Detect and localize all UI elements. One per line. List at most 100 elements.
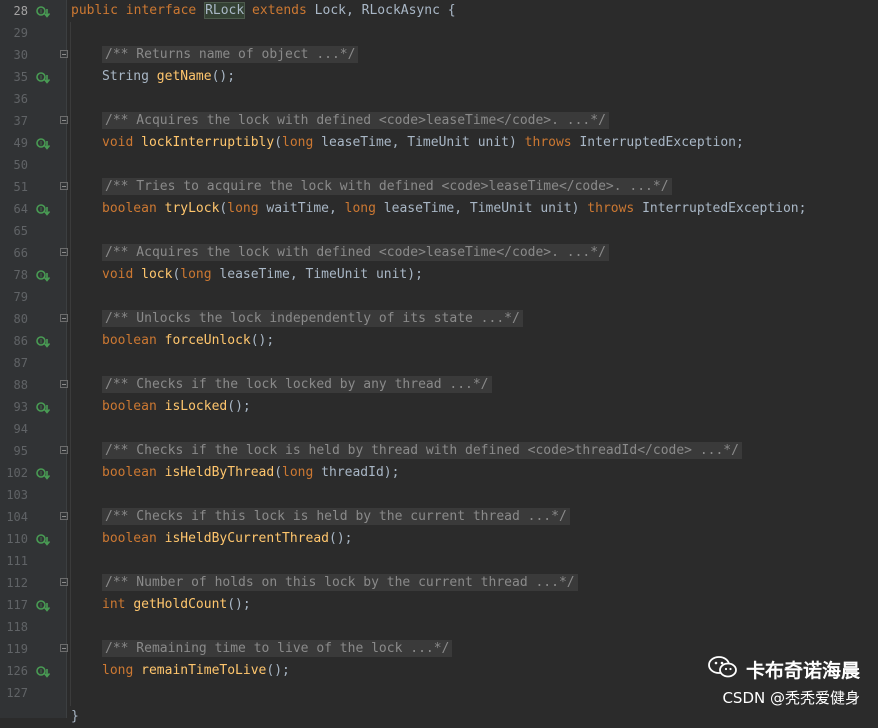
return-type-keyword: boolean — [102, 201, 165, 216]
fold-toggle-icon[interactable] — [60, 512, 68, 520]
code-line[interactable]: 102 Iboolean isHeldByThread(long threadId… — [0, 462, 878, 484]
line-number: 118 — [6, 620, 28, 634]
code-line[interactable]: 86 Iboolean forceUnlock(); — [0, 330, 878, 352]
line-number: 127 — [6, 686, 28, 700]
implemented-arrow-icon[interactable]: I — [36, 203, 51, 216]
fold-toggle-icon[interactable] — [60, 116, 68, 124]
line-number: 65 — [13, 224, 28, 238]
code-line[interactable]: 66 /** Acquires the lock with defined <co… — [0, 242, 878, 264]
code-fragment: leaseTime, TimeUnit unit); — [211, 267, 423, 282]
fold-toggle-icon[interactable] — [60, 182, 68, 190]
line-number: 104 — [6, 510, 28, 524]
code-editor[interactable]: 28 Ipublic interface RLock extends Lock, … — [0, 0, 878, 724]
code-line[interactable]: } — [0, 706, 878, 728]
fold-toggle-icon[interactable] — [60, 248, 68, 256]
fold-toggle-icon[interactable] — [60, 644, 68, 652]
code-line[interactable]: 65 — [0, 220, 878, 242]
method-name: tryLock — [164, 201, 220, 216]
implemented-arrow-icon[interactable]: I — [36, 467, 51, 480]
code-line[interactable]: 35 I String getName(); — [0, 66, 878, 88]
doc-comment: /** Acquires the lock with defined <code… — [102, 112, 609, 129]
implemented-arrow-icon[interactable]: I — [36, 665, 51, 678]
return-type-keyword: void — [102, 267, 142, 282]
doc-comment: /** Returns name of object ...*/ — [102, 46, 359, 63]
closing-brace: } — [71, 709, 79, 724]
method-name: isLocked — [164, 399, 228, 414]
fold-toggle-icon[interactable] — [60, 578, 68, 586]
code-fragment: leaseTime, TimeUnit unit) — [313, 135, 525, 150]
code-text: void lock(long leaseTime, TimeUnit unit)… — [71, 264, 423, 286]
svg-text:I: I — [40, 207, 42, 214]
code-line[interactable]: 118 — [0, 616, 878, 638]
method-name: lock — [141, 267, 173, 282]
line-number: 51 — [13, 180, 28, 194]
keyword: long — [344, 201, 376, 216]
return-type-keyword: long — [102, 663, 142, 678]
code-line[interactable]: 29 — [0, 22, 878, 44]
line-number: 94 — [13, 422, 28, 436]
doc-comment: /** Checks if this lock is held by the c… — [102, 508, 570, 525]
method-name: getName — [156, 69, 212, 84]
code-fragment: threadId); — [313, 465, 400, 480]
implemented-arrow-icon[interactable]: I — [36, 269, 51, 282]
code-line[interactable]: 103 — [0, 484, 878, 506]
code-line[interactable]: 28 Ipublic interface RLock extends Lock, … — [0, 0, 878, 22]
watermark-credit: CSDN @秃秃爱健身 — [722, 689, 860, 707]
code-text: boolean isHeldByCurrentThread(); — [71, 528, 352, 550]
doc-comment: /** Checks if the lock locked by any thr… — [102, 376, 492, 393]
code-text: /** Remaining time to live of the lock .… — [71, 638, 453, 660]
line-number: 79 — [13, 290, 28, 304]
line-number: 66 — [13, 246, 28, 260]
code-line[interactable]: 78 Ivoid lock(long leaseTime, TimeUnit un… — [0, 264, 878, 286]
code-line[interactable]: 104 /** Checks if this lock is held by th… — [0, 506, 878, 528]
implemented-arrow-icon[interactable]: I — [36, 71, 51, 84]
watermark-channel: 卡布奇诺海晨 — [745, 660, 860, 682]
code-text: int getHoldCount(); — [71, 594, 251, 616]
code-line[interactable]: 30 /** Returns name of object ...*/ — [0, 44, 878, 66]
line-number: 50 — [13, 158, 28, 172]
line-number: 64 — [13, 202, 28, 216]
implemented-arrow-icon[interactable]: I — [36, 533, 51, 546]
code-line[interactable]: 117 Iint getHoldCount(); — [0, 594, 878, 616]
implemented-arrow-icon[interactable]: I — [36, 599, 51, 612]
svg-text:I: I — [40, 603, 42, 610]
code-line[interactable]: 94 — [0, 418, 878, 440]
code-line[interactable]: 79 — [0, 286, 878, 308]
code-line[interactable]: 110 Iboolean isHeldByCurrentThread(); — [0, 528, 878, 550]
code-fragment: (); — [227, 597, 251, 612]
keyword: long — [282, 135, 314, 150]
implemented-arrow-icon[interactable]: I — [36, 335, 51, 348]
code-fragment: InterruptedException; — [571, 135, 744, 150]
fold-toggle-icon[interactable] — [60, 50, 68, 58]
keyword: long — [227, 201, 259, 216]
svg-text:I: I — [40, 669, 42, 676]
code-line[interactable]: 88 /** Checks if the lock locked by any t… — [0, 374, 878, 396]
fold-toggle-icon[interactable] — [60, 314, 68, 322]
line-number: 119 — [6, 642, 28, 656]
line-number: 30 — [13, 48, 28, 62]
code-line[interactable]: 51 /** Tries to acquire the lock with def… — [0, 176, 878, 198]
code-line[interactable]: 111 — [0, 550, 878, 572]
type-list: Lock, RLockAsync { — [314, 3, 456, 18]
code-line[interactable]: 37 /** Acquires the lock with defined <co… — [0, 110, 878, 132]
implemented-arrow-icon[interactable]: I — [36, 137, 51, 150]
fold-toggle-icon[interactable] — [60, 380, 68, 388]
code-line[interactable]: 95 /** Checks if the lock is held by thre… — [0, 440, 878, 462]
method-name: forceUnlock — [164, 333, 251, 348]
doc-comment: /** Remaining time to live of the lock .… — [102, 640, 453, 657]
code-line[interactable]: 50 — [0, 154, 878, 176]
keyword: interface — [125, 3, 197, 18]
code-text: boolean tryLock(long waitTime, long leas… — [71, 198, 806, 220]
code-line[interactable]: 64 Iboolean tryLock(long waitTime, long l… — [0, 198, 878, 220]
fold-toggle-icon[interactable] — [60, 446, 68, 454]
code-text: /** Checks if the lock locked by any thr… — [71, 374, 492, 396]
code-line[interactable]: 36 — [0, 88, 878, 110]
code-line[interactable]: 93 Iboolean isLocked(); — [0, 396, 878, 418]
code-line[interactable]: 87 — [0, 352, 878, 374]
code-line[interactable]: 112 /** Number of holds on this lock by t… — [0, 572, 878, 594]
code-line[interactable]: 49 Ivoid lockInterruptibly(long leaseTime… — [0, 132, 878, 154]
implemented-arrow-icon[interactable]: I — [36, 5, 51, 18]
code-line[interactable]: 80 /** Unlocks the lock independently of … — [0, 308, 878, 330]
implemented-arrow-icon[interactable]: I — [36, 401, 51, 414]
code-text: /** Unlocks the lock independently of it… — [71, 308, 523, 330]
